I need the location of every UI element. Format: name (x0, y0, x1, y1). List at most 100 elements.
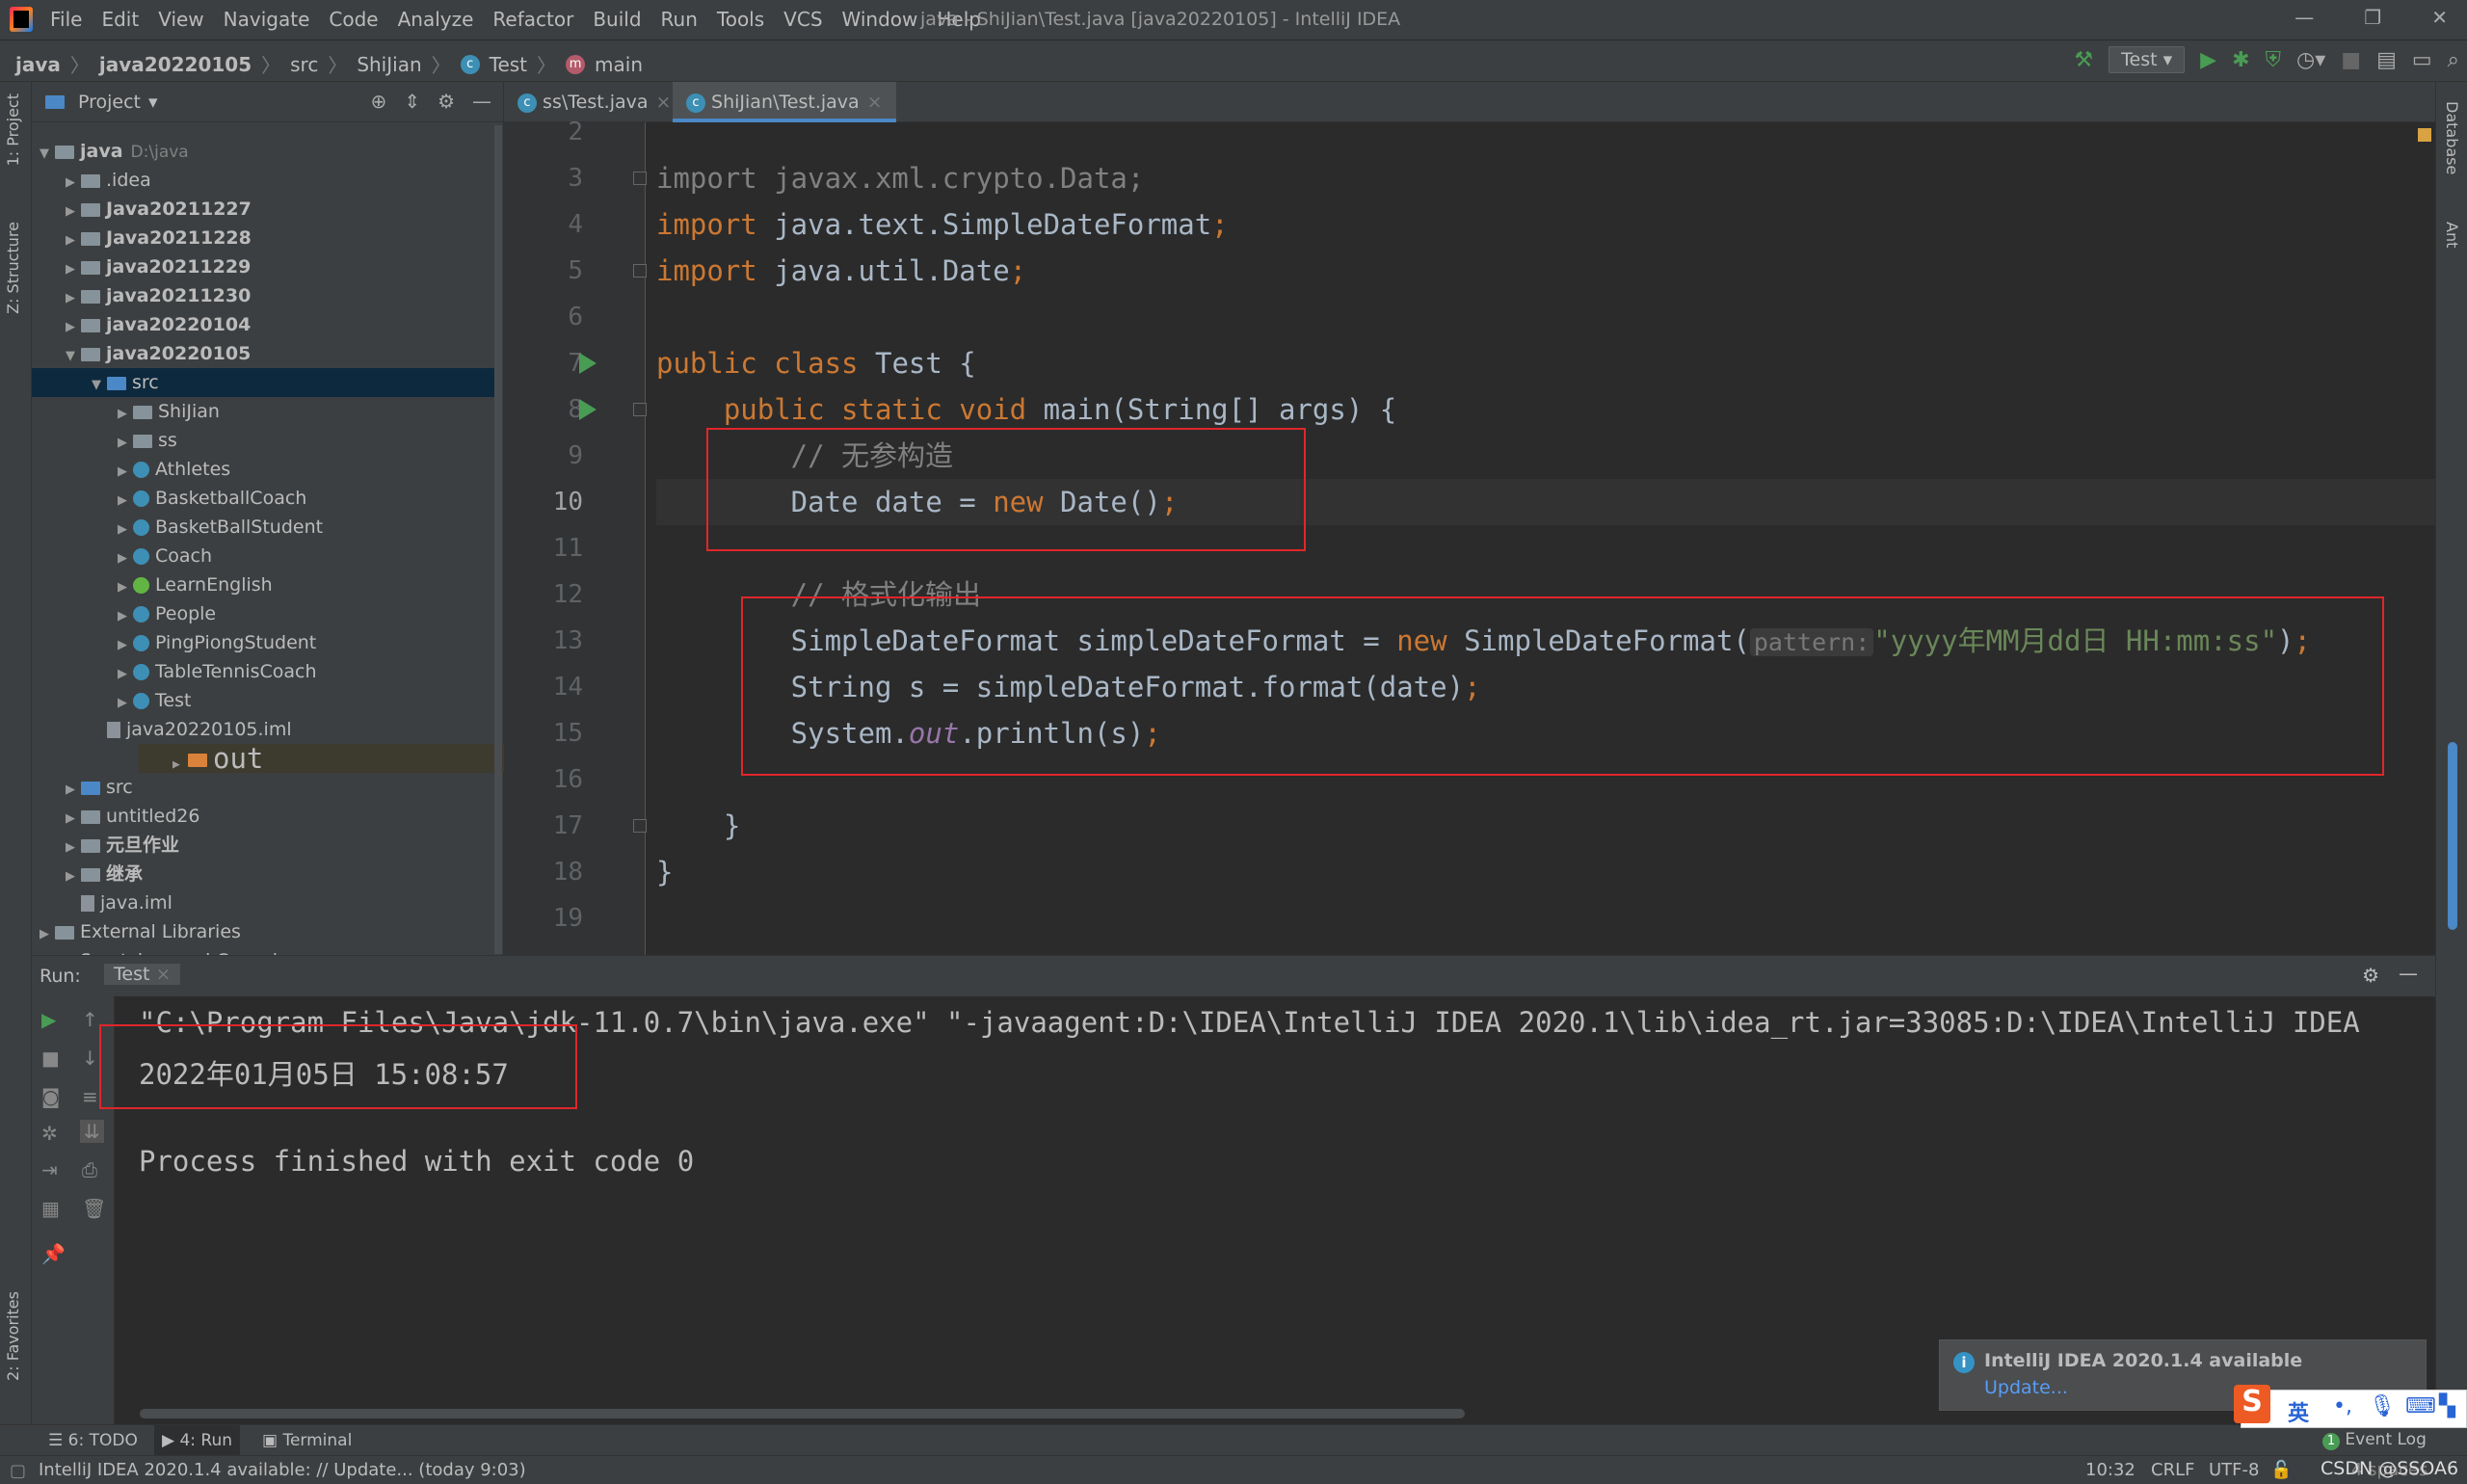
tree-item[interactable]: ▶ TableTennisCoach (32, 657, 502, 686)
pin-icon[interactable]: 📌 (41, 1242, 66, 1265)
lock-icon[interactable]: 🔓 (2270, 1460, 2292, 1480)
tree-item[interactable]: ▶ People (32, 599, 502, 628)
menu-analyze[interactable]: Analyze (398, 8, 474, 31)
breadcrumb-package[interactable]: ShiJian (357, 53, 421, 76)
apps-icon[interactable]: ▚ (2439, 1394, 2455, 1418)
collapsed-arrow-icon[interactable]: ▶ (118, 487, 133, 516)
close-tab-icon[interactable]: × (656, 92, 672, 113)
menu-window[interactable]: Window (842, 8, 918, 31)
collapsed-arrow-icon[interactable]: ▶ (118, 573, 133, 602)
console-horizontal-scrollbar[interactable] (140, 1409, 1465, 1418)
collapsed-arrow-icon[interactable]: ▶ (66, 862, 81, 891)
build-hammer-icon[interactable]: ⚒ (2074, 48, 2093, 72)
tree-item[interactable]: ▼ java D:\java (32, 137, 502, 166)
tree-item[interactable]: ▶ BasketBallStudent (32, 513, 502, 542)
tool-tab-favorites[interactable]: 2: Favorites (4, 1291, 22, 1381)
down-icon[interactable]: ↓ (82, 1047, 98, 1070)
scroll-to-end-icon[interactable]: ⇊ (80, 1120, 104, 1143)
tree-item[interactable]: ▶ LearnEnglish (32, 570, 502, 599)
tree-item[interactable]: ▶ .idea (32, 166, 502, 195)
stop-icon[interactable]: ■ (41, 1047, 60, 1070)
microphone-icon[interactable]: 🎙 (2369, 1394, 2396, 1418)
fold-icon[interactable] (633, 172, 647, 185)
line-separator[interactable]: CRLF (2151, 1460, 2194, 1480)
tree-item[interactable]: ▶ BasketballCoach (32, 484, 502, 513)
exit-icon[interactable]: ⇥ (41, 1158, 58, 1181)
warning-marker[interactable] (2418, 128, 2431, 142)
punctuation-icon[interactable]: •, (2333, 1394, 2352, 1418)
tool-tab-terminal[interactable]: ▣ Terminal (262, 1431, 352, 1450)
gear-icon[interactable]: ⚙ (438, 90, 455, 113)
collapsed-arrow-icon[interactable]: ▶ (66, 198, 81, 226)
collapsed-arrow-icon[interactable]: ▶ (118, 689, 133, 718)
collapsed-arrow-icon[interactable]: ▶ (66, 284, 81, 313)
status-toggle-icon[interactable]: ▢ (10, 1461, 26, 1481)
collapsed-arrow-icon[interactable]: ▶ (66, 834, 81, 862)
collapsed-arrow-icon[interactable]: ▶ (66, 313, 81, 342)
menu-run[interactable]: Run (661, 8, 698, 31)
collapsed-arrow-icon[interactable]: ▶ (118, 660, 133, 689)
debug-icon[interactable]: ✱ (2232, 48, 2249, 72)
menu-refactor[interactable]: Refactor (492, 8, 573, 31)
tree-item[interactable]: ▶ PingPiongStudent (32, 628, 502, 657)
menu-navigate[interactable]: Navigate (224, 8, 310, 31)
expanded-arrow-icon[interactable]: ▼ (66, 342, 81, 371)
collapsed-arrow-icon[interactable]: ▶ (118, 429, 133, 458)
keyboard-icon[interactable]: ⌨ (2405, 1394, 2436, 1418)
settings-icon[interactable]: ✲ (41, 1122, 58, 1145)
up-icon[interactable]: ↑ (82, 1008, 98, 1031)
menu-tools[interactable]: Tools (717, 8, 764, 31)
menu-view[interactable]: View (158, 8, 203, 31)
collapsed-arrow-icon[interactable]: ▶ (66, 805, 81, 834)
fold-icon[interactable] (633, 819, 647, 833)
tool-tab-run[interactable]: ▶ 4: Run (154, 1425, 241, 1456)
breadcrumb-src[interactable]: src (290, 53, 318, 76)
run-gutter-icon[interactable] (579, 353, 597, 374)
stop-icon[interactable]: ■ (2341, 48, 2361, 72)
collapsed-arrow-icon[interactable]: ▶ (118, 631, 133, 660)
tree-item[interactable]: ▶ Java20211228 (32, 224, 502, 252)
collapsed-arrow-icon[interactable]: ▶ (66, 776, 81, 805)
tree-item[interactable]: java20220105.iml (32, 715, 502, 744)
profile-icon[interactable]: ◷▾ (2296, 48, 2325, 72)
hide-icon[interactable]: — (472, 90, 491, 113)
tool-tab-project[interactable]: 1: Project (4, 93, 22, 166)
trash-icon[interactable]: 🗑 (82, 1197, 106, 1220)
tab-ss-test[interactable]: c ss\Test.java × (504, 82, 684, 122)
menu-code[interactable]: Code (329, 8, 378, 31)
run-icon[interactable]: ▶ (2200, 48, 2216, 72)
collapse-all-icon[interactable]: ⇕ (404, 90, 420, 113)
camera-icon[interactable]: ◙ (41, 1085, 60, 1108)
collapsed-arrow-icon[interactable]: ▶ (118, 400, 133, 429)
project-scrollbar[interactable] (494, 125, 502, 954)
collapsed-arrow-icon[interactable]: ▶ (118, 544, 133, 573)
event-log-button[interactable]: 1 Event Log (2322, 1430, 2427, 1450)
update-link[interactable]: Update... (1984, 1377, 2068, 1398)
restore-icon[interactable]: ❐ (2364, 6, 2381, 29)
status-message[interactable]: IntelliJ IDEA 2020.1.4 available: // Upd… (39, 1460, 526, 1480)
layout-icon[interactable]: ▦ (41, 1197, 60, 1220)
gear-icon[interactable]: ⚙ (2362, 964, 2379, 987)
expanded-arrow-icon[interactable]: ▼ (92, 371, 107, 400)
breadcrumb-java[interactable]: java (15, 53, 61, 76)
rerun-icon[interactable]: ▶ (41, 1008, 56, 1031)
tree-item[interactable]: ▶ src (32, 773, 502, 802)
tool-tab-structure[interactable]: Z: Structure (4, 222, 22, 314)
print-icon[interactable]: ⎙ (82, 1158, 97, 1181)
coverage-icon[interactable]: ⛨ (2266, 48, 2282, 72)
collapsed-arrow-icon[interactable]: ▶ (40, 920, 55, 949)
tree-item[interactable]: ▶ External Libraries (32, 917, 502, 946)
soft-wrap-icon[interactable]: ≡ (82, 1085, 98, 1108)
editor-scrollbar[interactable] (2448, 742, 2457, 930)
tree-item[interactable]: ▶ java20220104 (32, 310, 502, 339)
close-icon[interactable]: ✕ (2431, 6, 2448, 29)
tree-item[interactable]: ▶ ss (32, 426, 502, 455)
breadcrumb-method[interactable]: main (595, 53, 643, 76)
file-encoding[interactable]: UTF-8 (2209, 1460, 2259, 1480)
tree-item[interactable]: ▼ src (32, 368, 502, 397)
tree-item[interactable]: ▼ java20220105 (32, 339, 502, 368)
layout-icon[interactable]: ▭ (2412, 48, 2432, 72)
tree-item[interactable]: java.iml (32, 888, 502, 917)
tool-tab-ant[interactable]: Ant (2443, 222, 2461, 248)
collapsed-arrow-icon[interactable]: ▶ (66, 255, 81, 284)
